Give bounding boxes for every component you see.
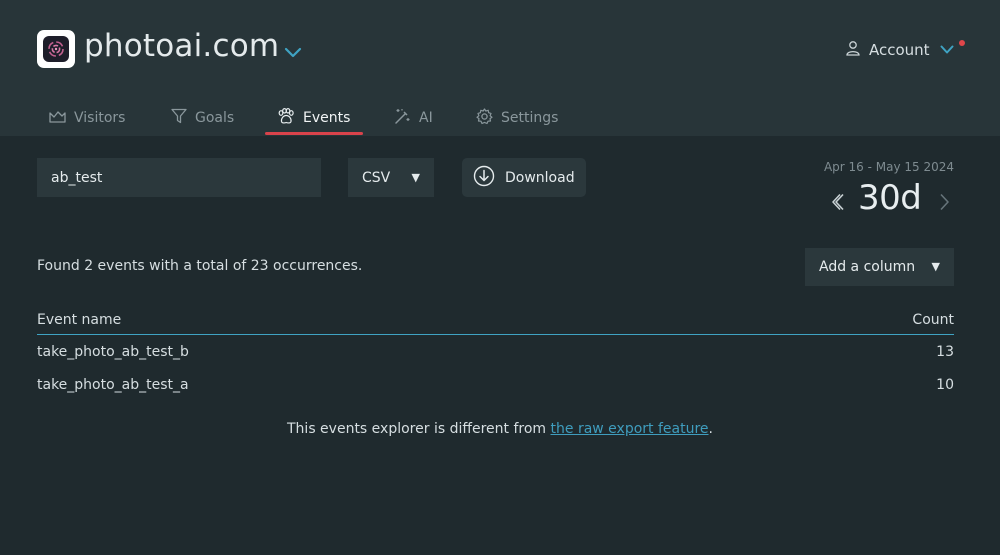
tab-label: Settings <box>501 110 559 126</box>
period-value[interactable]: 30d <box>858 178 922 218</box>
account-menu[interactable]: Account <box>845 39 954 61</box>
download-icon <box>473 165 495 191</box>
top-header: photoai.com Account Visitors Goals Event… <box>0 0 1000 136</box>
gear-icon <box>476 107 493 129</box>
tab-settings[interactable]: Settings <box>476 100 558 136</box>
count-cell: 13 <box>936 343 954 360</box>
events-summary: Found 2 events with a total of 23 occurr… <box>37 258 363 274</box>
tab-label: Events <box>303 110 351 126</box>
paw-icon <box>277 107 295 129</box>
tab-ai[interactable]: AI <box>394 100 433 136</box>
footnote: This events explorer is different from t… <box>0 421 1000 437</box>
chevron-right-icon[interactable] <box>938 193 952 215</box>
footnote-suffix: . <box>708 421 713 437</box>
add-column-label: Add a column <box>819 259 916 275</box>
format-select[interactable]: CSV ▼ <box>348 158 434 197</box>
chart-area-icon <box>49 109 66 128</box>
event-filter-input[interactable] <box>37 158 321 197</box>
column-header-count[interactable]: Count <box>912 312 954 328</box>
account-label: Account <box>869 41 930 59</box>
format-select-value: CSV <box>362 169 391 186</box>
column-header-event-name[interactable]: Event name <box>37 312 121 328</box>
count-cell: 10 <box>936 376 954 393</box>
date-range: Apr 16 - May 15 2024 <box>823 160 954 174</box>
download-label: Download <box>505 169 575 186</box>
period-selector: 30d <box>830 178 954 222</box>
footnote-prefix: This events explorer is different from <box>287 421 551 437</box>
add-column-select[interactable]: Add a column ▼ <box>805 248 954 286</box>
user-icon <box>845 40 861 60</box>
tab-goals[interactable]: Goals <box>171 100 234 136</box>
tab-events[interactable]: Events <box>277 100 350 136</box>
active-tab-indicator <box>265 132 363 135</box>
event-name-cell: take_photo_ab_test_a <box>37 376 189 393</box>
tab-label: Goals <box>195 110 235 126</box>
tab-visitors[interactable]: Visitors <box>49 100 125 136</box>
site-logo[interactable] <box>37 30 75 68</box>
notification-dot <box>959 40 965 46</box>
events-table: Event name Count take_photo_ab_test_b 13… <box>37 305 954 401</box>
table-header: Event name Count <box>37 305 954 335</box>
raw-export-link[interactable]: the raw export feature <box>551 421 709 437</box>
site-chevron-down-icon[interactable] <box>284 44 302 63</box>
site-name[interactable]: photoai.com <box>84 28 279 64</box>
account-chevron-down-icon <box>940 41 954 59</box>
table-row[interactable]: take_photo_ab_test_a 10 <box>37 368 954 401</box>
nav-tabs: Visitors Goals Events AI Settings <box>0 100 1000 136</box>
tab-label: Visitors <box>74 110 126 126</box>
event-name-cell: take_photo_ab_test_b <box>37 343 189 360</box>
swirl-logo-icon <box>43 36 69 62</box>
caret-down-icon: ▼ <box>931 260 940 273</box>
funnel-icon <box>171 108 187 128</box>
magic-wand-icon <box>394 108 411 129</box>
tab-label: AI <box>419 110 433 126</box>
chevron-left-icon[interactable] <box>830 193 844 215</box>
download-button[interactable]: Download <box>462 158 586 197</box>
caret-down-icon: ▼ <box>411 171 420 184</box>
table-row[interactable]: take_photo_ab_test_b 13 <box>37 335 954 368</box>
